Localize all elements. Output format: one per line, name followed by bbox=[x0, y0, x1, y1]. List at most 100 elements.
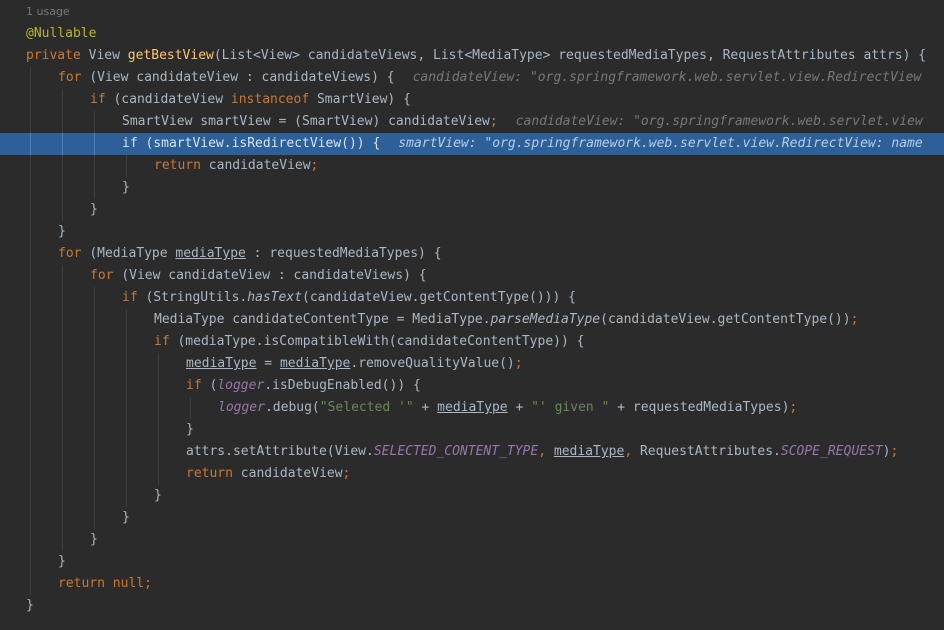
code-token: (mediaType.isCompatibleWith(candidateCon… bbox=[177, 334, 585, 349]
indent-guide bbox=[126, 419, 127, 441]
indent-guide bbox=[158, 353, 159, 375]
code-line[interactable]: } bbox=[0, 199, 944, 221]
code-token: "Selected '" bbox=[319, 400, 414, 415]
code-line[interactable]: } bbox=[0, 177, 944, 199]
code-text[interactable]: return candidateView; bbox=[154, 155, 318, 177]
code-text[interactable]: } bbox=[26, 595, 34, 617]
code-line[interactable]: logger.debug("Selected '" + mediaType + … bbox=[0, 397, 944, 419]
code-token: for bbox=[58, 246, 90, 261]
code-text[interactable]: if (StringUtils.hasText(candidateView.ge… bbox=[122, 287, 576, 309]
code-line[interactable]: if (logger.isDebugEnabled()) { bbox=[0, 375, 944, 397]
code-text[interactable]: logger.debug("Selected '" + mediaType + … bbox=[218, 397, 797, 419]
code-token: ; bbox=[342, 466, 351, 481]
code-line[interactable]: attrs.setAttribute(View.SELECTED_CONTENT… bbox=[0, 441, 944, 463]
code-line[interactable]: mediaType = mediaType.removeQualityValue… bbox=[0, 353, 944, 375]
code-text[interactable]: @Nullable bbox=[26, 23, 96, 45]
code-token: = bbox=[256, 356, 280, 371]
code-token: (List<View> candidateViews, List<MediaTy… bbox=[213, 48, 927, 63]
indent-guide bbox=[62, 375, 63, 397]
code-lines[interactable]: @Nullable private View getBestView(List<V… bbox=[0, 23, 944, 617]
code-text[interactable]: for (MediaType mediaType : requestedMedi… bbox=[58, 243, 442, 265]
code-line[interactable]: } bbox=[0, 507, 944, 529]
code-line[interactable]: } bbox=[0, 485, 944, 507]
code-text[interactable]: mediaType = mediaType.removeQualityValue… bbox=[186, 353, 523, 375]
code-text[interactable]: } bbox=[58, 221, 66, 243]
code-text[interactable]: for (View candidateView : candidateViews… bbox=[90, 265, 427, 287]
indent-guide bbox=[126, 155, 127, 177]
indent-guide bbox=[30, 265, 31, 287]
code-text[interactable]: if (candidateView instanceof SmartView) … bbox=[90, 89, 411, 111]
code-line[interactable]: } bbox=[0, 551, 944, 573]
code-text[interactable]: } bbox=[122, 177, 130, 199]
code-token: private bbox=[26, 48, 89, 63]
code-line[interactable]: MediaType candidateContentType = MediaTy… bbox=[0, 309, 944, 331]
code-text[interactable]: } bbox=[154, 485, 162, 507]
code-token: if bbox=[122, 290, 146, 305]
indent-guide bbox=[30, 155, 31, 177]
code-text[interactable]: return candidateView; bbox=[186, 463, 350, 485]
code-token: .isDebugEnabled()) { bbox=[264, 378, 421, 393]
code-token: SmartView) { bbox=[316, 92, 411, 107]
usage-count-hint[interactable]: 1 usage bbox=[26, 4, 70, 20]
code-token: logger bbox=[217, 378, 265, 393]
code-line[interactable]: if (StringUtils.hasText(candidateView.ge… bbox=[0, 287, 944, 309]
code-token: , bbox=[624, 444, 640, 459]
code-text[interactable]: } bbox=[58, 551, 66, 573]
code-text[interactable]: private View getBestView(List<View> cand… bbox=[26, 45, 926, 67]
code-text[interactable]: } bbox=[90, 199, 98, 221]
indent-guide bbox=[30, 67, 31, 89]
code-text[interactable]: MediaType candidateContentType = MediaTy… bbox=[154, 309, 858, 331]
code-text[interactable]: for (View candidateView : candidateViews… bbox=[58, 67, 921, 89]
indent-guide bbox=[30, 463, 31, 485]
code-line[interactable]: for (View candidateView : candidateViews… bbox=[0, 265, 944, 287]
code-token: View bbox=[88, 48, 128, 63]
code-token: getBestView bbox=[127, 48, 214, 63]
code-line[interactable]: private View getBestView(List<View> cand… bbox=[0, 45, 944, 67]
code-line[interactable]: return candidateView; bbox=[0, 155, 944, 177]
code-line[interactable]: } bbox=[0, 529, 944, 551]
indent-guide bbox=[30, 133, 31, 155]
code-token: , bbox=[538, 444, 554, 459]
indent-guide bbox=[158, 419, 159, 441]
code-text[interactable]: SmartView smartView = (SmartView) candid… bbox=[122, 111, 923, 133]
code-text[interactable]: if (logger.isDebugEnabled()) { bbox=[186, 375, 421, 397]
code-token: (StringUtils. bbox=[145, 290, 248, 305]
code-token: } bbox=[90, 532, 98, 547]
code-line[interactable]: for (MediaType mediaType : requestedMedi… bbox=[0, 243, 944, 265]
code-text[interactable]: if (mediaType.isCompatibleWith(candidate… bbox=[154, 331, 584, 353]
code-line[interactable]: } bbox=[0, 221, 944, 243]
code-token: candidateView bbox=[240, 466, 343, 481]
code-text[interactable]: } bbox=[186, 419, 194, 441]
indent-guide bbox=[62, 463, 63, 485]
code-line[interactable]: if (mediaType.isCompatibleWith(candidate… bbox=[0, 331, 944, 353]
indent-guide bbox=[30, 331, 31, 353]
code-token: } bbox=[90, 202, 98, 217]
code-text[interactable]: } bbox=[122, 507, 130, 529]
code-text[interactable]: attrs.setAttribute(View.SELECTED_CONTENT… bbox=[186, 441, 898, 463]
indent-guide bbox=[30, 111, 31, 133]
code-line[interactable]: } bbox=[0, 419, 944, 441]
code-token: } bbox=[26, 598, 34, 613]
code-line[interactable]: for (View candidateView : candidateViews… bbox=[0, 67, 944, 89]
indent-guide bbox=[30, 529, 31, 551]
indent-guide bbox=[30, 507, 31, 529]
code-line[interactable]: SmartView smartView = (SmartView) candid… bbox=[0, 111, 944, 133]
execution-point-line[interactable]: if (smartView.isRedirectView()) {smartVi… bbox=[0, 133, 944, 155]
indent-guide bbox=[94, 177, 95, 199]
code-text[interactable]: } bbox=[90, 529, 98, 551]
code-editor[interactable]: 1 usage @Nullable private View getBestVie… bbox=[0, 0, 944, 630]
code-line[interactable]: if (candidateView instanceof SmartView) … bbox=[0, 89, 944, 111]
indent-guide bbox=[30, 287, 31, 309]
code-token: SCOPE_REQUEST bbox=[780, 444, 883, 459]
code-line[interactable]: return null; bbox=[0, 573, 944, 595]
code-text[interactable]: if (smartView.isRedirectView()) {smartVi… bbox=[122, 133, 923, 155]
code-line[interactable]: } bbox=[0, 595, 944, 617]
indent-guide bbox=[62, 177, 63, 199]
code-token: } bbox=[122, 510, 130, 525]
code-line[interactable]: return candidateView; bbox=[0, 463, 944, 485]
code-line[interactable]: @Nullable bbox=[0, 23, 944, 45]
code-text[interactable]: return null; bbox=[58, 573, 152, 595]
indent-guide bbox=[94, 111, 95, 133]
indent-guide bbox=[126, 463, 127, 485]
indent-guide bbox=[190, 397, 191, 419]
